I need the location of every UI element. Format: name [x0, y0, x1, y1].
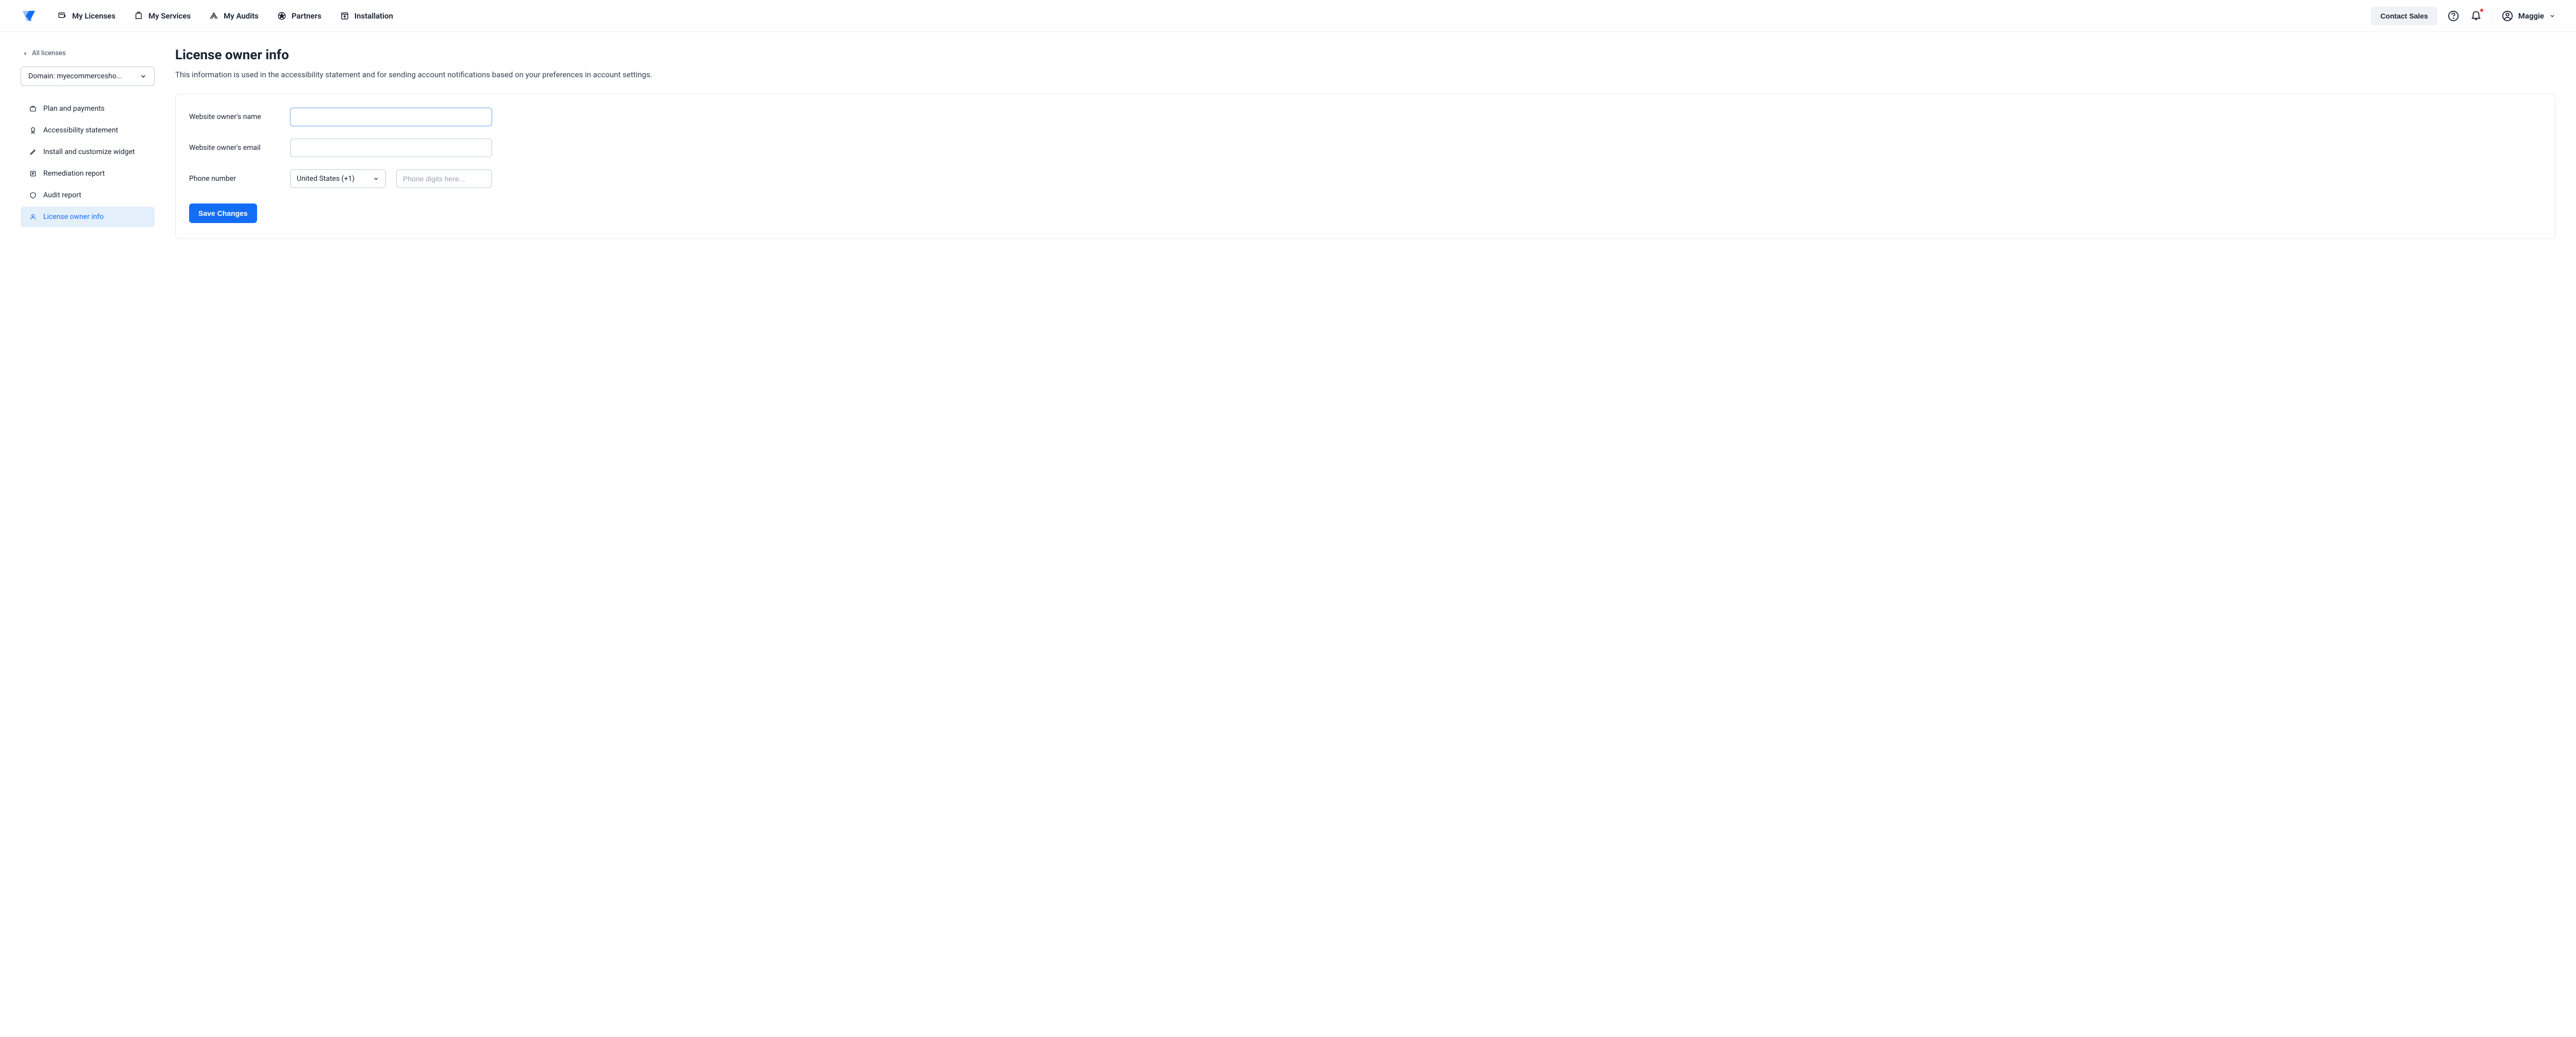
page-description: This information is used in the accessib…	[175, 70, 2555, 79]
header: My Licenses My Services My Audits	[0, 0, 2576, 32]
owner-name-label: Website owner's name	[189, 113, 290, 121]
audits-icon	[209, 11, 218, 21]
pencil-icon	[29, 148, 37, 156]
logo[interactable]	[21, 8, 37, 24]
sidebar-item-label: Plan and payments	[43, 105, 105, 113]
sidebar-item-plan-payments[interactable]: Plan and payments	[21, 98, 155, 119]
installation-icon	[340, 11, 349, 21]
sidebar-item-label: Install and customize widget	[43, 148, 135, 156]
back-link-label: All licenses	[32, 49, 66, 57]
sidebar-item-license-owner[interactable]: License owner info	[21, 207, 155, 227]
sidebar-item-install-widget[interactable]: Install and customize widget	[21, 142, 155, 162]
sidebar-item-accessibility[interactable]: Accessibility statement	[21, 120, 155, 141]
nav-label: Installation	[354, 11, 393, 21]
phone-label: Phone number	[189, 175, 290, 183]
sidebar-item-label: Accessibility statement	[43, 126, 118, 134]
sidebar-item-audit-report[interactable]: Audit report	[21, 185, 155, 206]
licenses-icon	[58, 11, 67, 21]
user-icon	[2502, 10, 2513, 22]
owner-email-input[interactable]	[290, 139, 492, 157]
help-button[interactable]	[2447, 9, 2460, 23]
domain-selector[interactable]: Domain: myecommercesho...	[21, 66, 155, 86]
shield-icon	[29, 191, 37, 199]
notification-indicator	[2480, 8, 2484, 12]
page-title: License owner info	[175, 47, 2555, 63]
chevron-left-icon	[23, 51, 28, 56]
form-card: Website owner's name Website owner's ema…	[175, 94, 2555, 239]
chevron-down-icon	[2549, 13, 2555, 19]
briefcase-icon	[29, 105, 37, 113]
logo-icon	[21, 8, 37, 24]
chevron-down-icon	[373, 176, 379, 182]
badge-icon	[29, 126, 37, 134]
owner-name-input[interactable]	[290, 108, 492, 126]
content: License owner info This information is u…	[175, 47, 2555, 239]
sidebar: All licenses Domain: myecommercesho... P…	[21, 47, 155, 239]
nav-my-licenses[interactable]: My Licenses	[58, 11, 115, 21]
chevron-down-icon	[140, 73, 147, 80]
nav-label: My Audits	[224, 11, 259, 21]
list-icon	[29, 169, 37, 178]
sidebar-item-label: License owner info	[43, 213, 104, 221]
partners-icon	[277, 11, 286, 21]
help-icon	[2448, 10, 2459, 22]
sidebar-item-label: Audit report	[43, 191, 81, 199]
owner-email-label: Website owner's email	[189, 144, 290, 152]
country-value: United States (+1)	[297, 175, 354, 183]
services-icon	[134, 11, 143, 21]
nav-label: My Services	[148, 11, 191, 21]
back-to-licenses-link[interactable]: All licenses	[21, 47, 155, 63]
nav-my-services[interactable]: My Services	[134, 11, 191, 21]
country-code-select[interactable]: United States (+1)	[290, 169, 386, 188]
user-name-label: Maggie	[2518, 11, 2544, 21]
divider	[2492, 10, 2493, 22]
sidebar-item-label: Remediation report	[43, 169, 105, 178]
user-menu[interactable]: Maggie	[2502, 10, 2555, 22]
nav-label: Partners	[292, 11, 321, 21]
contact-sales-button[interactable]: Contact Sales	[2371, 7, 2437, 25]
user-icon	[29, 213, 37, 221]
nav-label: My Licenses	[72, 11, 115, 21]
nav-installation[interactable]: Installation	[340, 11, 393, 21]
phone-digits-input[interactable]	[396, 169, 492, 188]
nav-partners[interactable]: Partners	[277, 11, 321, 21]
save-changes-button[interactable]: Save Changes	[189, 203, 257, 223]
nav-my-audits[interactable]: My Audits	[209, 11, 259, 21]
domain-label: Domain: myecommercesho...	[28, 72, 122, 80]
sidebar-item-remediation[interactable]: Remediation report	[21, 163, 155, 184]
